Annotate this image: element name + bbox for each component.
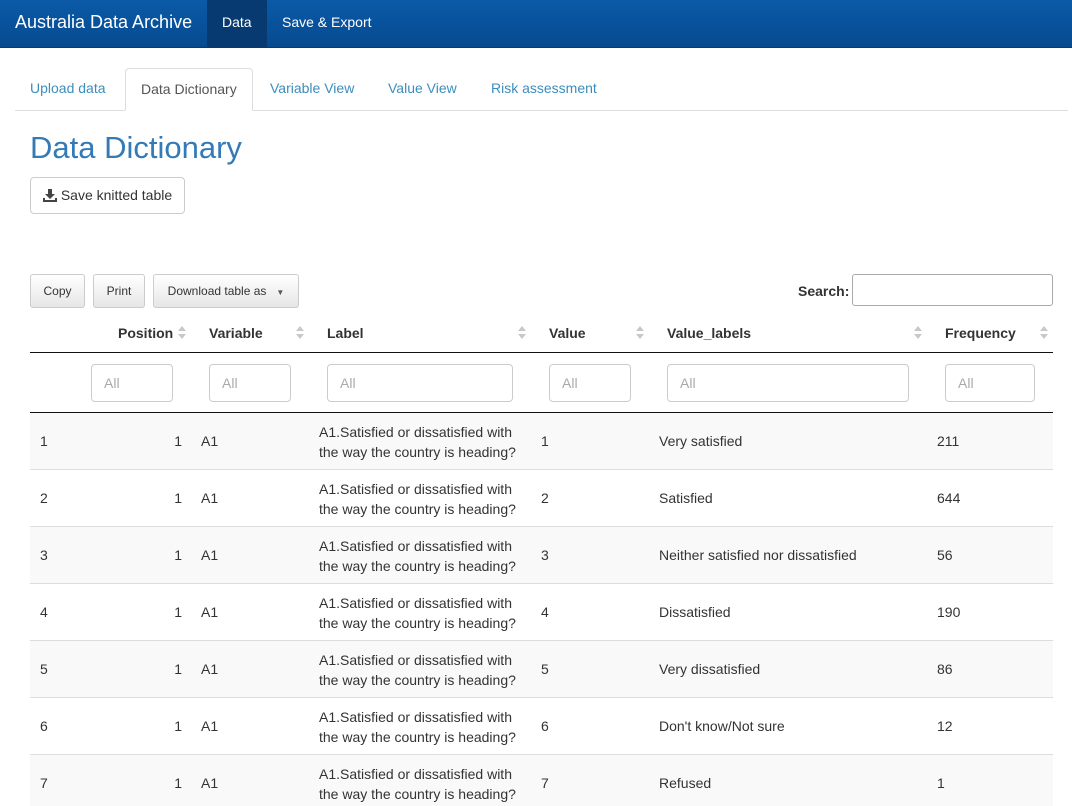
cell-variable: A1 [201,604,219,620]
filter-frequency[interactable]: All [945,364,1035,402]
table-row[interactable]: 5 1 A1 A1.Satisfied or dissatisfied with… [30,641,1053,698]
cell-label: A1.Satisfied or dissatisfied with the wa… [319,652,516,688]
sort-icon[interactable] [518,326,526,340]
cell-index: 4 [40,604,48,620]
column-header-value[interactable]: Value [549,325,586,341]
page-title: Data Dictionary [30,130,242,165]
sort-icon[interactable] [1040,326,1048,340]
cell-variable: A1 [201,775,219,791]
filter-value[interactable]: All [549,364,631,402]
sort-icon[interactable] [296,326,304,340]
table-row[interactable]: 2 1 A1 A1.Satisfied or dissatisfied with… [30,470,1053,527]
save-button-label: Save knitted table [60,187,173,203]
cell-value-label: Very dissatisfied [659,661,761,677]
cell-index: 1 [40,433,48,449]
cell-value-label: Don't know/Not sure [659,718,785,734]
app-brand[interactable]: Australia Data Archive [15,12,192,33]
tab-variable-view[interactable]: Variable View [255,68,369,110]
cell-value-label: Satisfied [659,490,713,506]
cell-position: 1 [174,775,182,791]
cell-value: 1 [541,433,549,449]
tab-bar: Upload data Data Dictionary Variable Vie… [15,68,1068,111]
save-knitted-table-button[interactable]: Save knitted table [30,177,185,214]
caret-down-icon: ▼ [276,288,285,297]
cell-value-label: Neither satisfied nor dissatisfied [659,547,857,563]
cell-position: 1 [174,718,182,734]
cell-value-label: Refused [659,775,712,791]
sort-icon[interactable] [636,326,644,340]
cell-label: A1.Satisfied or dissatisfied with the wa… [319,709,516,745]
cell-frequency: 56 [937,547,953,563]
cell-value: 3 [541,547,549,563]
cell-label: A1.Satisfied or dissatisfied with the wa… [319,481,516,517]
cell-index: 2 [40,490,48,506]
column-header-frequency[interactable]: Frequency [945,325,1016,341]
cell-value-label: Very satisfied [659,433,743,449]
cell-position: 1 [174,604,182,620]
cell-frequency: 190 [937,604,961,620]
column-header-variable[interactable]: Variable [209,325,263,341]
search-label: Search: [798,283,850,299]
tab-risk-assessment[interactable]: Risk assessment [476,68,612,110]
cell-frequency: 12 [937,718,953,734]
nav-data[interactable]: Data [207,0,267,47]
search-input[interactable] [852,274,1053,306]
cell-variable: A1 [201,661,219,677]
cell-variable: A1 [201,433,219,449]
cell-index: 7 [40,775,48,791]
cell-variable: A1 [201,718,219,734]
cell-label: A1.Satisfied or dissatisfied with the wa… [319,595,516,631]
cell-label: A1.Satisfied or dissatisfied with the wa… [319,424,516,460]
print-button[interactable]: Print [93,274,145,308]
cell-index: 5 [40,661,48,677]
cell-value: 5 [541,661,549,677]
cell-label: A1.Satisfied or dissatisfied with the wa… [319,766,516,802]
tab-data-dictionary[interactable]: Data Dictionary [125,68,253,111]
filter-position[interactable]: All [91,364,173,402]
cell-position: 1 [174,547,182,563]
cell-value: 7 [541,775,549,791]
table-row[interactable]: 1 1 A1 A1.Satisfied or dissatisfied with… [30,413,1053,470]
cell-value-label: Dissatisfied [659,604,731,620]
table-row[interactable]: 7 1 A1 A1.Satisfied or dissatisfied with… [30,755,1053,806]
filter-value-labels[interactable]: All [667,364,909,402]
column-header-position[interactable]: Position [118,325,173,341]
cell-label: A1.Satisfied or dissatisfied with the wa… [319,538,516,574]
header-divider [30,352,1053,353]
download-icon [42,189,57,202]
tab-value-view[interactable]: Value View [373,68,472,110]
cell-frequency: 211 [937,433,960,449]
table-row[interactable]: 6 1 A1 A1.Satisfied or dissatisfied with… [30,698,1053,755]
cell-variable: A1 [201,490,219,506]
download-label: Download table as [167,284,267,298]
filter-label[interactable]: All [327,364,513,402]
copy-button[interactable]: Copy [30,274,85,308]
sort-icon[interactable] [178,326,186,340]
cell-frequency: 644 [937,490,961,506]
column-header-label[interactable]: Label [327,325,364,341]
cell-index: 6 [40,718,48,734]
cell-value: 6 [541,718,549,734]
cell-index: 3 [40,547,48,563]
cell-frequency: 1 [937,775,945,791]
filter-variable[interactable]: All [209,364,291,402]
cell-frequency: 86 [937,661,953,677]
cell-value: 4 [541,604,549,620]
cell-position: 1 [174,433,182,449]
cell-position: 1 [174,661,182,677]
sort-icon[interactable] [914,326,922,340]
tab-upload-data[interactable]: Upload data [15,68,121,110]
nav-save-export[interactable]: Save & Export [267,0,387,47]
cell-variable: A1 [201,547,219,563]
table-row[interactable]: 4 1 A1 A1.Satisfied or dissatisfied with… [30,584,1053,641]
cell-value: 2 [541,490,549,506]
download-table-dropdown[interactable]: Download table as ▼ [153,274,299,308]
table-row[interactable]: 3 1 A1 A1.Satisfied or dissatisfied with… [30,527,1053,584]
cell-position: 1 [174,490,182,506]
top-navbar: Australia Data Archive Data Save & Expor… [0,0,1072,48]
column-header-value-labels[interactable]: Value_labels [667,325,751,341]
